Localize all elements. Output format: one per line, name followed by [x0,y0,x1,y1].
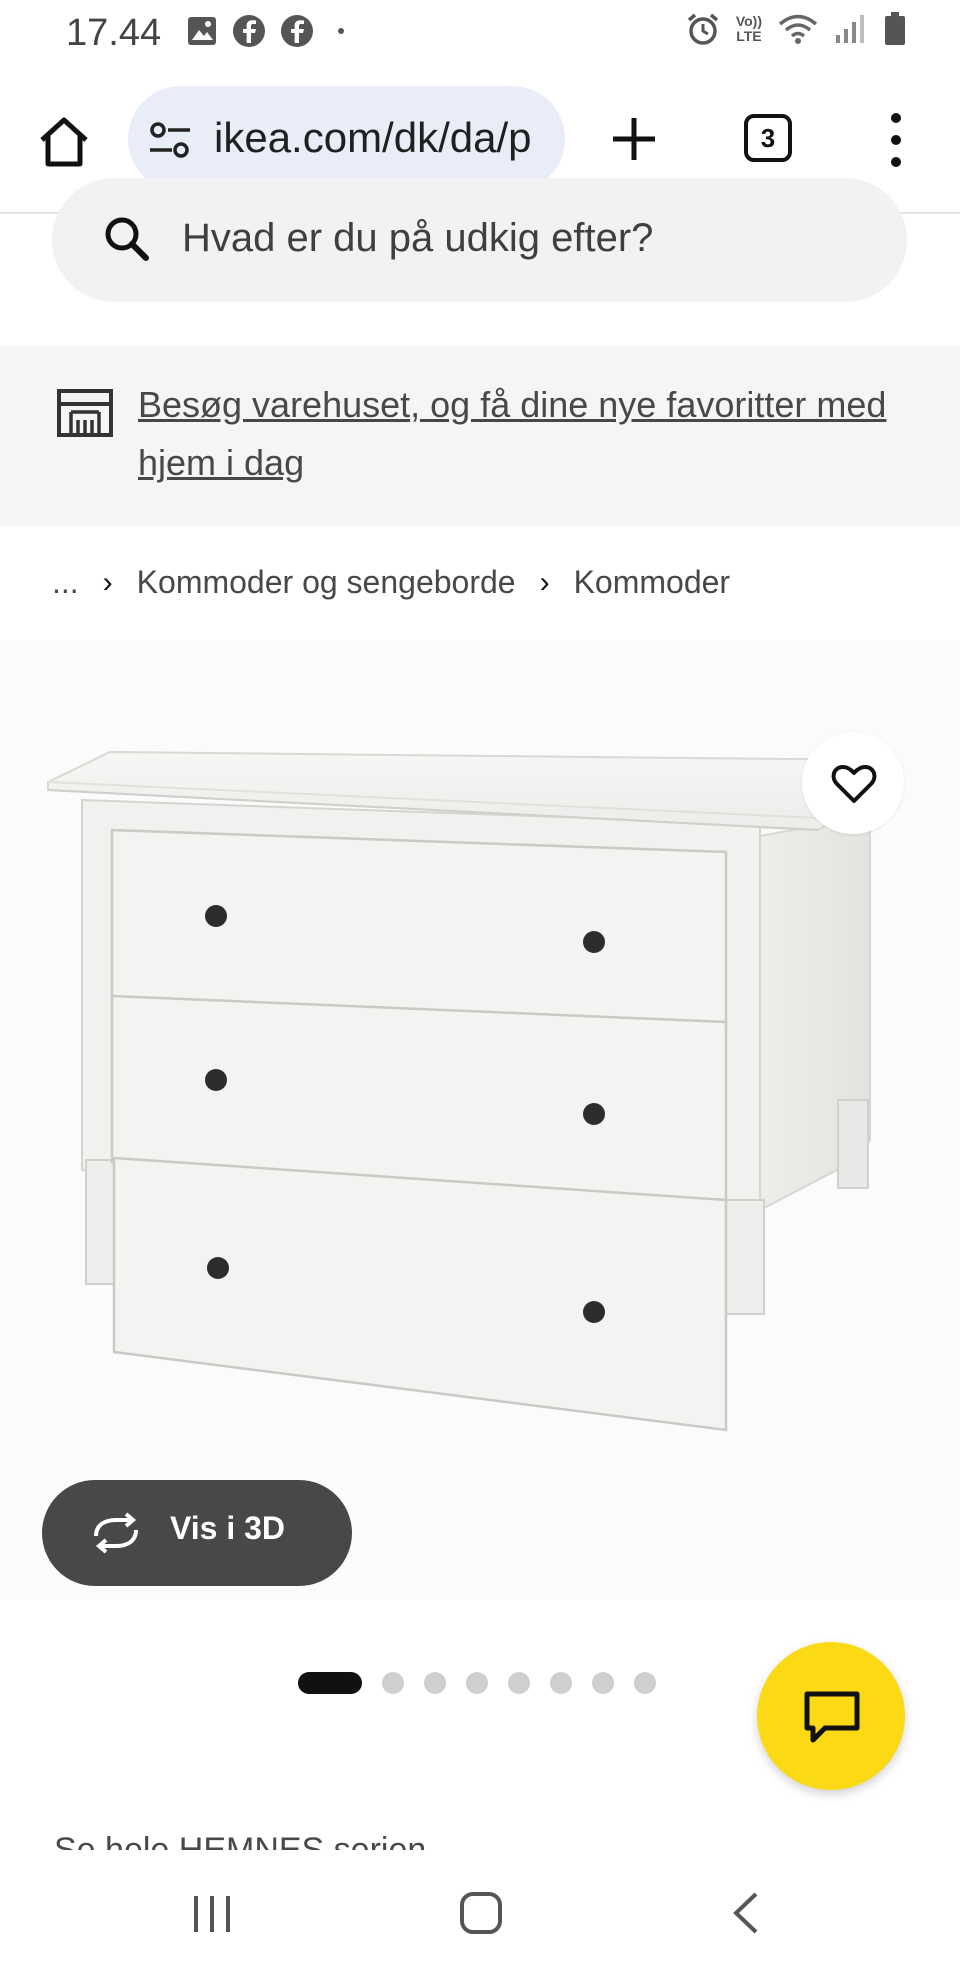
status-right-icons: Vo)) LTE [686,12,906,46]
facebook-icon [281,15,313,47]
store-icon [57,389,113,437]
chat-button[interactable] [757,1642,905,1790]
plus-icon[interactable] [609,114,659,164]
volte-label-bottom: LTE [736,28,762,44]
url-bar[interactable]: ikea.com/dk/da/p [128,86,565,192]
breadcrumb-ellipsis[interactable]: ... [52,564,79,601]
carousel-dot-active[interactable] [298,1672,362,1694]
image-icon [188,17,216,45]
view-3d-label: Vis i 3D [170,1510,286,1546]
tune-icon[interactable] [148,120,192,160]
search-icon [105,217,149,261]
carousel-dot[interactable] [382,1672,404,1694]
wifi-icon [778,14,818,44]
volte-label-top: Vo)) [735,13,762,29]
breadcrumb-separator: › [102,565,113,599]
breadcrumb-item-kommoder[interactable]: Kommoder [574,564,731,601]
view-3d-button[interactable]: Vis i 3D [42,1480,352,1586]
favorite-button[interactable] [802,732,904,834]
carousel-dot[interactable] [592,1672,614,1694]
search-input[interactable]: Hvad er du på udkig efter? [52,178,907,302]
url-text[interactable]: ikea.com/dk/da/p [214,114,532,162]
home-nav-icon[interactable] [458,1890,504,1936]
carousel-dot[interactable] [634,1672,656,1694]
tab-count: 3 [760,123,776,153]
signal-icon [836,15,864,43]
navigation-bar [0,1850,960,1973]
carousel-dot[interactable] [508,1672,530,1694]
status-time: 17.44 [66,12,162,54]
product-gallery[interactable]: Vis i 3D [0,640,960,1600]
status-left-icons [186,14,344,48]
more-vert-icon[interactable] [878,110,914,170]
store-visit-link[interactable]: Besøg varehuset, og få dine nye favoritt… [138,376,918,492]
carousel-dots [298,1672,656,1694]
search-placeholder: Hvad er du på udkig efter? [182,216,654,260]
recents-icon[interactable] [190,1892,234,1936]
status-bar: 17.44 Vo)) LTE [0,0,960,66]
back-icon[interactable] [728,1890,764,1936]
battery-icon [885,12,905,45]
carousel-dot[interactable] [466,1672,488,1694]
heart-icon [831,764,877,803]
dot-icon [338,28,344,34]
rotate-3d-icon [94,1512,138,1554]
carousel-dot[interactable] [550,1672,572,1694]
carousel-dot[interactable] [424,1672,446,1694]
chat-icon [804,1691,860,1743]
breadcrumb-separator: › [539,565,550,599]
breadcrumb-item-kommoder-og-sengeborde[interactable]: Kommoder og sengeborde [137,564,516,601]
tabs-button[interactable]: 3 [744,114,792,162]
alarm-icon [687,13,718,45]
facebook-icon [233,15,265,47]
breadcrumb: ... › Kommoder og sengeborde › Kommoder [52,564,730,601]
home-icon[interactable] [36,114,92,170]
volte-icon: Vo)) LTE [736,14,762,44]
store-banner: Besøg varehuset, og få dine nye favoritt… [0,346,960,526]
